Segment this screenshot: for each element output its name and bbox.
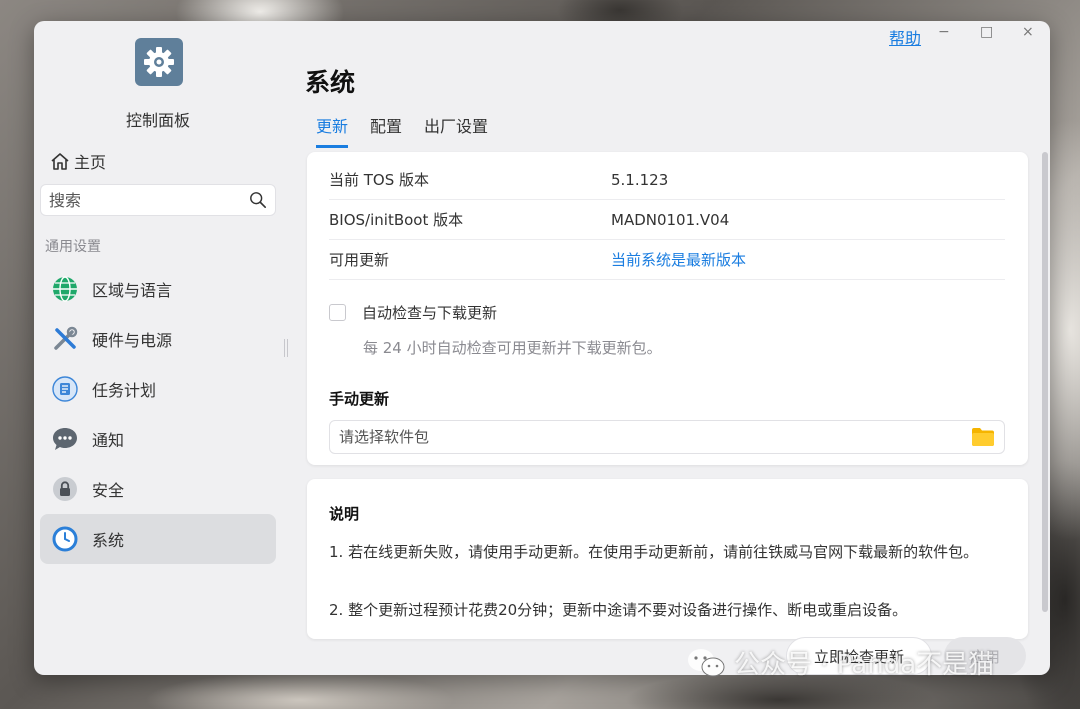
globe-icon (52, 276, 78, 302)
note-item: 1. 若在线更新失败，请使用手动更新。在使用手动更新前，请前往铁威马官网下载最新… (329, 543, 979, 561)
lock-icon (52, 476, 78, 502)
app-title: 控制面板 (125, 111, 190, 130)
sidebar-item-label: 通知 (92, 431, 125, 450)
page-title: 系统 (305, 68, 356, 97)
notes-card: 说明 1. 若在线更新失败，请使用手动更新。在使用手动更新前，请前往铁威马官网下… (307, 479, 1028, 639)
content-scrollbar[interactable] (1042, 152, 1048, 612)
manual-update-title: 手动更新 (329, 390, 390, 408)
section-label-general: 通用设置 (45, 239, 101, 255)
sidebar: 控制面板 主页 通用设置 (34, 21, 286, 675)
search-box[interactable] (40, 184, 276, 216)
update-status-link[interactable]: 当前系统是最新版本 (611, 249, 746, 270)
sidebar-item-notification[interactable]: 通知 (40, 414, 276, 464)
tools-icon (52, 326, 78, 352)
help-link[interactable]: 帮助 (889, 25, 921, 49)
tab-bar: 更新 配置 出厂设置 (316, 113, 488, 148)
sidebar-nav: 区域与语言 硬件与电源 任务计划 通知 安全 系统 (40, 264, 276, 564)
sidebar-item-region-language[interactable]: 区域与语言 (40, 264, 276, 314)
sidebar-item-hardware-power[interactable]: 硬件与电源 (40, 314, 276, 364)
sidebar-resize-handle[interactable] (284, 339, 288, 357)
auto-update-description: 每 24 小时自动检查可用更新并下载更新包。 (363, 339, 662, 357)
sidebar-item-label: 区域与语言 (92, 281, 173, 300)
info-row-tos-version: 当前 TOS 版本 5.1.123 (329, 160, 1005, 200)
info-value: 5.1.123 (611, 170, 669, 189)
close-button[interactable]: × (1022, 24, 1034, 40)
package-file-field[interactable] (329, 420, 1005, 454)
sidebar-item-label: 系统 (92, 531, 125, 550)
watermark: 公众号 · Panda不是猫 (686, 644, 994, 681)
tab-factory-reset[interactable]: 出厂设置 (424, 113, 488, 148)
info-value: MADN0101.V04 (611, 210, 730, 229)
info-key: 可用更新 (329, 251, 390, 269)
system-clock-icon (52, 526, 78, 552)
sidebar-item-security[interactable]: 安全 (40, 464, 276, 514)
sidebar-item-label: 硬件与电源 (92, 331, 173, 350)
minimize-button[interactable]: − (938, 24, 950, 40)
auto-update-option[interactable]: 自动检查与下载更新 (329, 302, 497, 323)
tab-update[interactable]: 更新 (316, 113, 349, 148)
chat-bubble-icon (52, 426, 78, 452)
auto-update-checkbox[interactable] (329, 304, 346, 321)
search-icon[interactable] (249, 190, 267, 210)
folder-icon[interactable] (971, 427, 995, 447)
maximize-button[interactable]: □ (980, 24, 993, 40)
info-key: 当前 TOS 版本 (329, 171, 430, 189)
sidebar-item-label: 任务计划 (92, 381, 157, 400)
sidebar-item-task-schedule[interactable]: 任务计划 (40, 364, 276, 414)
update-card: 当前 TOS 版本 5.1.123 BIOS/initBoot 版本 MADN0… (307, 152, 1028, 465)
home-link[interactable]: 主页 (50, 149, 106, 173)
control-panel-window: 控制面板 主页 通用设置 (34, 21, 1050, 675)
notes-title: 说明 (329, 505, 360, 523)
package-file-input[interactable] (339, 428, 971, 446)
home-icon (51, 153, 69, 170)
tab-configuration[interactable]: 配置 (370, 113, 402, 148)
search-input[interactable] (49, 190, 249, 210)
home-label: 主页 (74, 153, 107, 172)
info-row-available-update: 可用更新 当前系统是最新版本 (329, 240, 1005, 280)
sidebar-item-label: 安全 (92, 481, 125, 500)
watermark-text: 公众号 · Panda不是猫 (734, 650, 995, 680)
wechat-icon (688, 648, 725, 676)
auto-update-label: 自动检查与下载更新 (362, 304, 498, 322)
note-item: 2. 整个更新过程预计花费20分钟；更新中途请不要对设备进行操作、断电或重启设备… (329, 601, 908, 619)
info-key: BIOS/initBoot 版本 (329, 211, 464, 229)
task-list-icon (52, 376, 78, 402)
sidebar-item-system[interactable]: 系统 (40, 514, 276, 564)
control-panel-gear-icon (135, 38, 183, 86)
info-row-bios-version: BIOS/initBoot 版本 MADN0101.V04 (329, 200, 1005, 240)
